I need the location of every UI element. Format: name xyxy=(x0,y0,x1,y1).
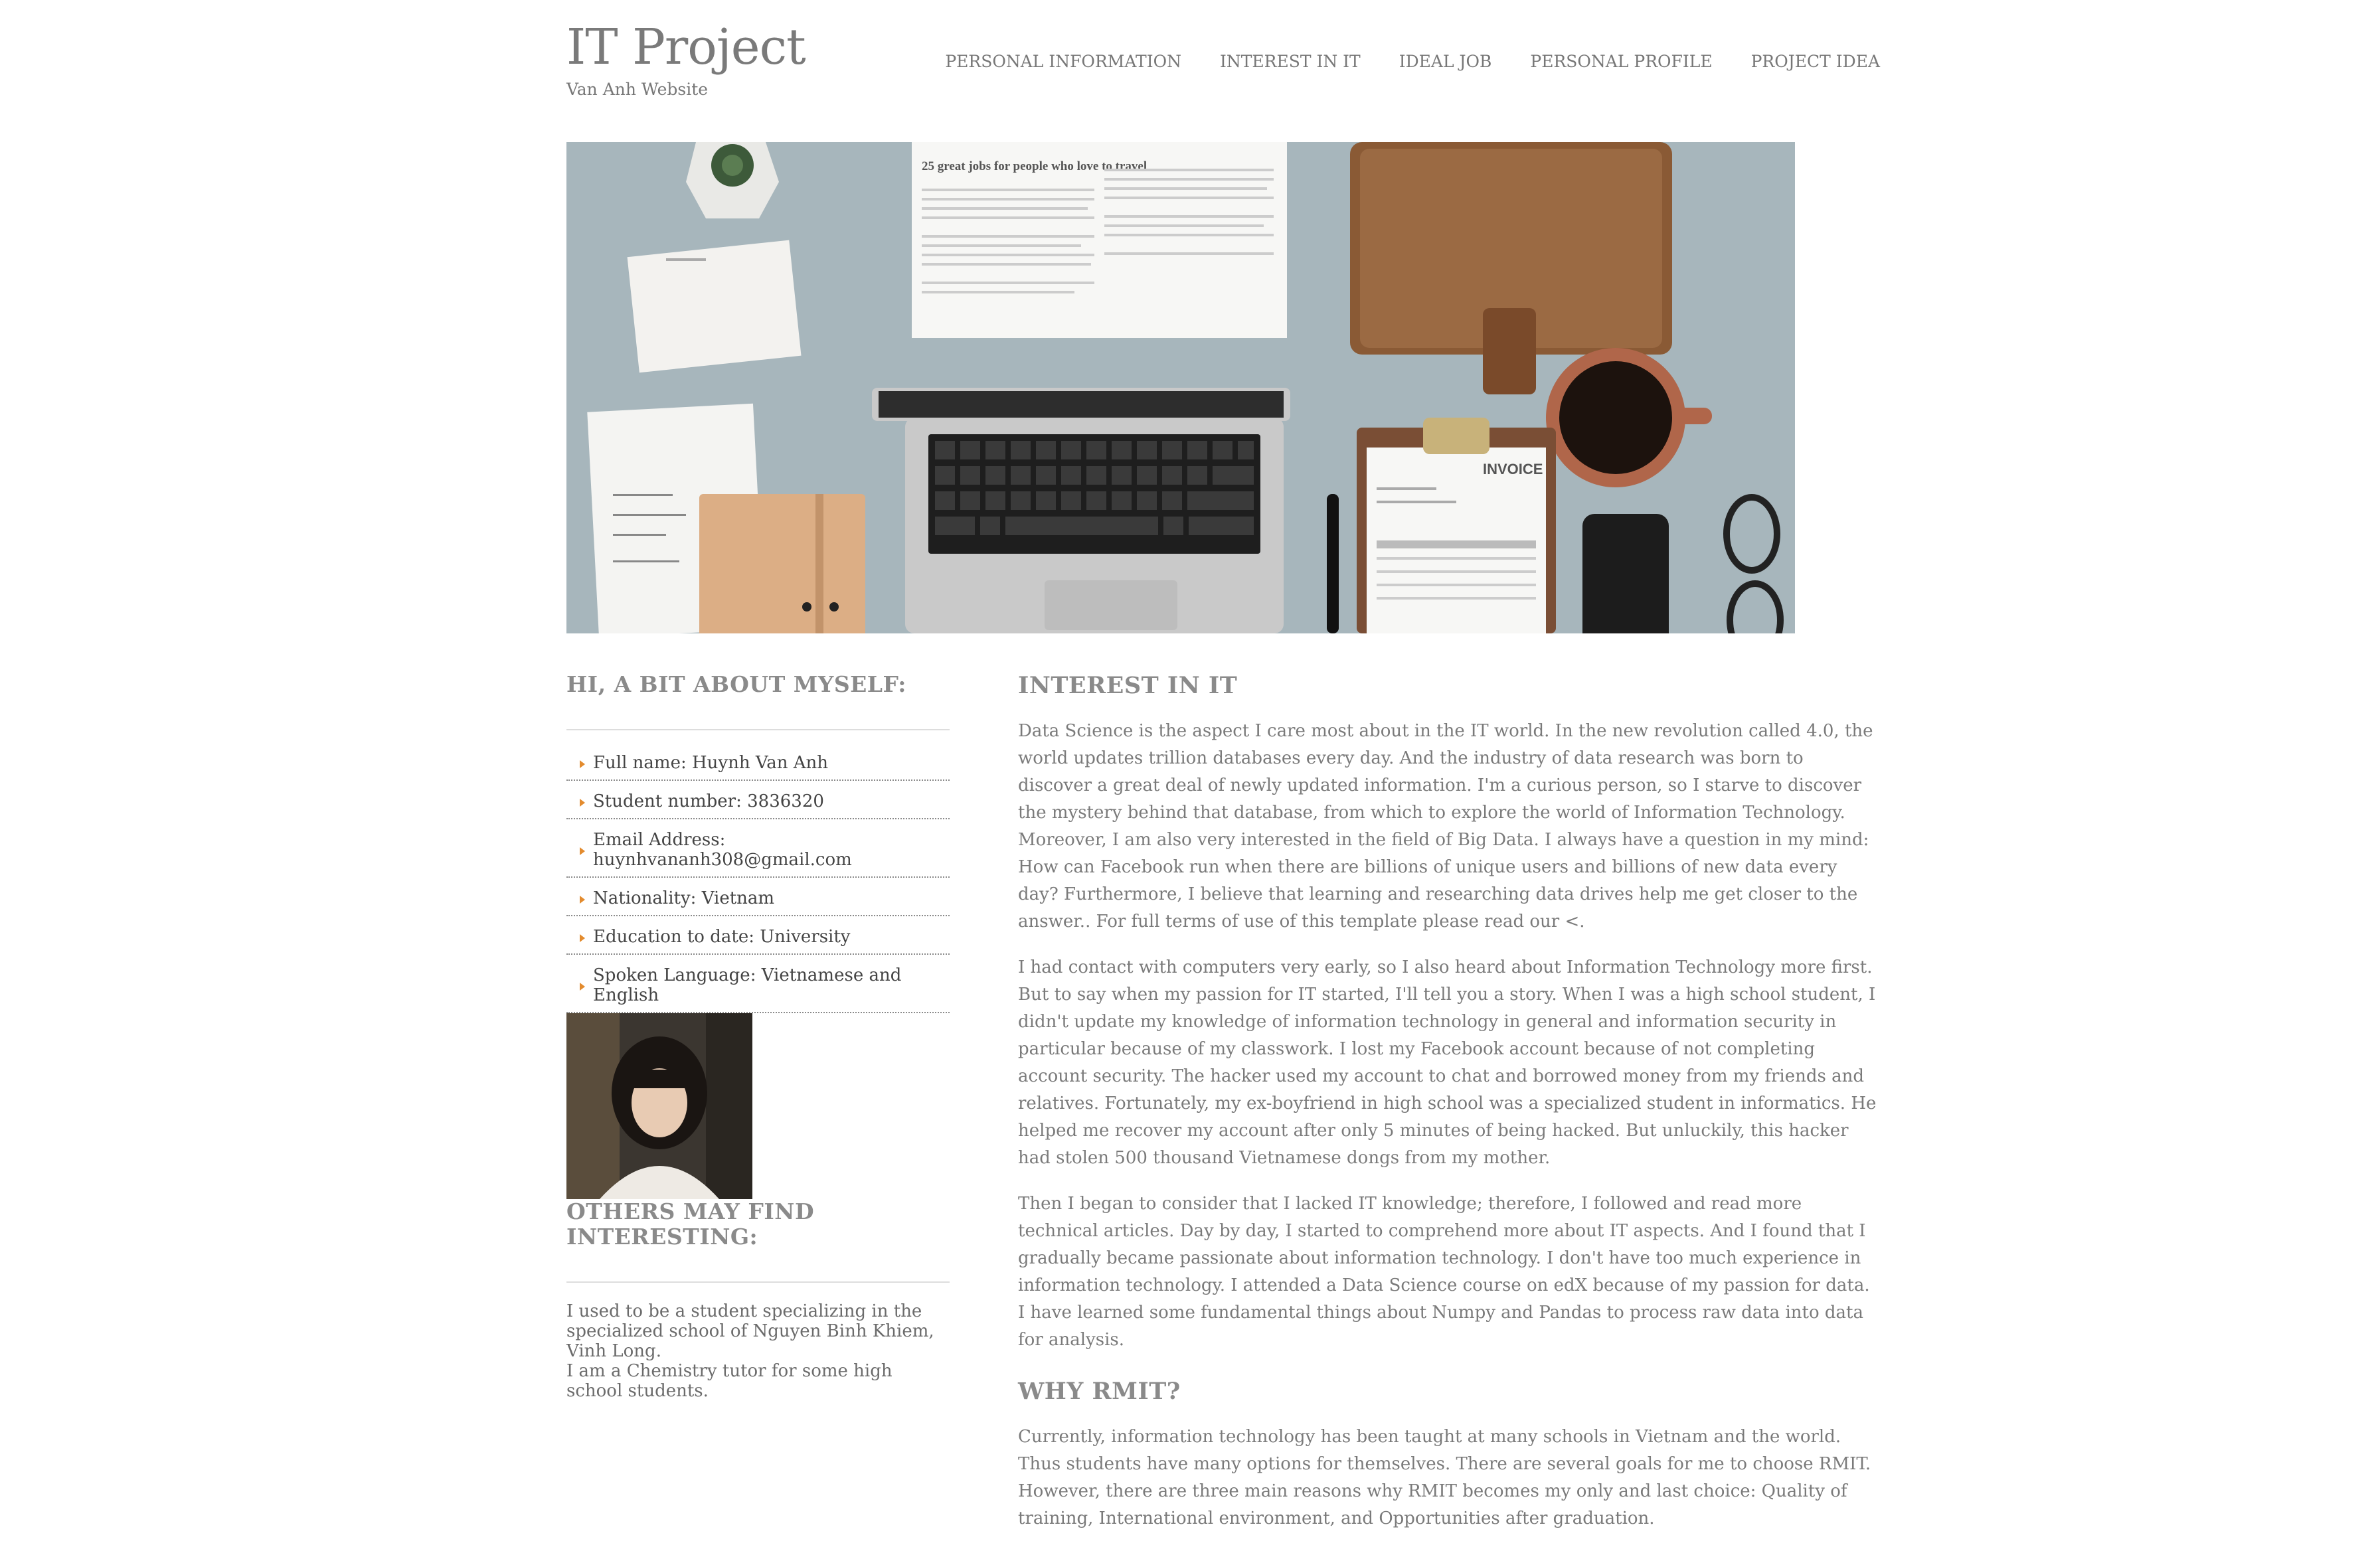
hero-image: 25 great jobs for people who love to tra… xyxy=(566,142,1795,633)
list-item: Full name: Huynh Van Anh xyxy=(566,749,950,781)
nav-ideal-job[interactable]: IDEAL JOB xyxy=(1399,52,1492,71)
main-content: INTEREST IN IT Data Science is the aspec… xyxy=(1018,672,1880,1551)
others-heading: OTHERS MAY FIND INTERESTING: xyxy=(566,1198,815,1250)
list-item: Spoken Language: Vietnamese and English xyxy=(566,955,950,1013)
about-heading: HI, A BIT ABOUT MYSELF: xyxy=(566,671,906,697)
divider xyxy=(566,1281,950,1283)
nav-personal-profile[interactable]: PERSONAL PROFILE xyxy=(1530,52,1712,71)
list-item: Student number: 3836320 xyxy=(566,781,950,819)
list-item: Nationality: Vietnam xyxy=(566,878,950,916)
site-title[interactable]: IT Project xyxy=(566,23,806,72)
personal-info-list: Full name: Huynh Van Anh Student number:… xyxy=(566,749,950,1013)
bullet-arrow-icon xyxy=(580,847,585,855)
list-item: Education to date: University xyxy=(566,916,950,955)
paragraph: Data Science is the aspect I care most a… xyxy=(1018,721,1873,932)
list-item: Email Address: huynhvananh308@gmail.com xyxy=(566,819,950,878)
divider xyxy=(566,728,950,730)
paragraph: I had contact with computers very early,… xyxy=(1018,957,1877,1168)
nav-personal-information[interactable]: PERSONAL INFORMATION xyxy=(945,52,1181,71)
email-value: huynhvananh308@gmail.com xyxy=(593,849,852,870)
sidebar: HI, A BIT ABOUT MYSELF: Full name: Huynh… xyxy=(566,672,950,1401)
others-text: I used to be a student specializing in t… xyxy=(566,1301,934,1401)
main-nav: PERSONAL INFORMATION INTEREST IN IT IDEA… xyxy=(945,52,1880,71)
interest-heading: INTEREST IN IT xyxy=(1018,672,1238,699)
paragraph: Currently, information technology has be… xyxy=(1018,1427,1871,1528)
hero-invoice-title: INVOICE xyxy=(1483,461,1543,477)
paragraph: Then I began to consider that I lacked I… xyxy=(1018,1194,1870,1350)
desk-flatlay-image: 25 great jobs for people who love to tra… xyxy=(566,142,1795,633)
bullet-arrow-icon xyxy=(580,895,585,904)
bullet-arrow-icon xyxy=(580,982,585,991)
nav-interest-in-it[interactable]: INTEREST IN IT xyxy=(1220,52,1361,71)
profile-photo xyxy=(566,1013,752,1199)
bullet-arrow-icon xyxy=(580,798,585,807)
site-subtitle: Van Anh Website xyxy=(566,80,709,99)
bullet-arrow-icon xyxy=(580,760,585,768)
nav-project-idea[interactable]: PROJECT IDEA xyxy=(1751,52,1880,71)
bullet-arrow-icon xyxy=(580,934,585,942)
